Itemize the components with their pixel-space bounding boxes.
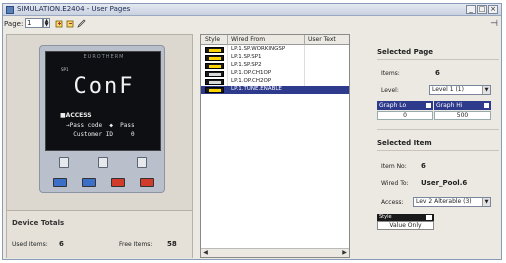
item-no-value: 6 xyxy=(421,162,426,170)
close-button[interactable]: × xyxy=(488,5,498,14)
page-label: Page: xyxy=(4,20,24,28)
table-row-selected[interactable]: LP.1.TUNE.ENABLE xyxy=(201,86,349,94)
page-input[interactable]: 1 xyxy=(25,18,43,28)
wired-from-cell: LP.1.TUNE.ENABLE xyxy=(231,86,282,92)
remove-page-icon[interactable] xyxy=(66,19,75,28)
raise-button[interactable] xyxy=(139,177,154,187)
properties-panel: Selected Page Items: 6 Level: Level 1 (1… xyxy=(353,34,501,258)
item-no-label: Item No: xyxy=(381,163,407,170)
column-divider[interactable] xyxy=(227,35,228,45)
wiring-table: Style Wired From User Text LP.1.SP.WORKI… xyxy=(200,34,350,258)
pin-icon[interactable]: ⊣ xyxy=(490,19,498,29)
wired-from-cell: LP.1.OP.CH1OP xyxy=(231,70,272,76)
device-totals-title: Device Totals xyxy=(12,219,65,227)
divider xyxy=(377,150,499,151)
chevron-down-icon[interactable]: ▼ xyxy=(482,198,490,206)
page-key-icon[interactable] xyxy=(136,156,147,168)
free-items-value: 58 xyxy=(167,240,177,248)
selected-page-title: Selected Page xyxy=(377,48,434,56)
column-header-wired-from[interactable]: Wired From xyxy=(231,36,265,43)
device-function-keys xyxy=(45,154,161,170)
window-title: SIMULATION.E2404 - User Pages xyxy=(17,5,131,13)
device-brand: EUROTHERM xyxy=(83,54,125,60)
style-chip-icon xyxy=(205,87,224,93)
style-chip-icon xyxy=(205,63,224,69)
wired-to-value: User_Pool.6 xyxy=(421,179,468,187)
device-totals: Device Totals Used Items: 6 Free Items: … xyxy=(7,210,192,258)
level-select[interactable]: Level 1 (1) ▼ xyxy=(429,85,491,95)
graph-lo-swatch-icon[interactable] xyxy=(426,103,431,108)
device-faceplate: EUROTHERM SP1 ConF ■ACCESS →Pass code ◆ … xyxy=(39,45,165,193)
page-key-icon[interactable] xyxy=(97,156,108,168)
style-swatch-icon[interactable] xyxy=(426,215,432,220)
table-row[interactable]: LP.1.OP.CH2OP xyxy=(201,78,349,86)
style-chip-icon xyxy=(205,55,224,61)
graph-lo-header: Graph Lo xyxy=(377,101,433,110)
table-row[interactable]: LP.1.OP.CH1OP xyxy=(201,70,349,78)
app-icon xyxy=(6,6,14,14)
device-sp-label: SP1 xyxy=(61,67,69,72)
device-access-label: ■ACCESS xyxy=(60,112,92,119)
wired-from-cell: LP.1.SP.SP1 xyxy=(231,54,262,60)
horizontal-scrollbar[interactable]: ◀ ▶ xyxy=(201,248,349,257)
access-select-value: Lev 2 Alterable (3) xyxy=(416,198,472,205)
table-row[interactable]: LP.1.SP.SP1 xyxy=(201,54,349,62)
table-row[interactable]: LP.1.SP.WORKINGSP xyxy=(201,46,349,54)
column-header-user-text[interactable]: User Text xyxy=(308,36,336,43)
divider xyxy=(377,59,499,60)
wired-from-cell: LP.1.OP.CH2OP xyxy=(231,78,272,84)
device-pass-code-line: →Pass code ◆ Pass xyxy=(66,122,135,129)
title-bar[interactable]: SIMULATION.E2404 - User Pages _ □ × xyxy=(3,4,501,16)
scroll-left-arrow-icon[interactable]: ◀ xyxy=(202,250,209,257)
style-chip-icon xyxy=(205,47,224,53)
wired-from-cell: LP.1.SP.SP2 xyxy=(231,62,262,68)
chevron-down-icon[interactable]: ▼ xyxy=(482,86,490,94)
free-items-label: Free Items: xyxy=(119,241,153,248)
style-value-field[interactable]: Value Only xyxy=(377,221,434,230)
used-items-value: 6 xyxy=(59,240,64,248)
edit-pencil-icon[interactable] xyxy=(77,19,86,28)
graph-lo-input[interactable]: 0 xyxy=(377,111,433,120)
page-key-icon[interactable] xyxy=(59,156,70,168)
scroll-button[interactable] xyxy=(81,177,96,187)
access-label: Access: xyxy=(381,199,404,206)
graph-lo-label: Graph Lo xyxy=(379,102,407,109)
style-header: Style xyxy=(377,214,434,221)
page-button[interactable] xyxy=(52,177,67,187)
table-row[interactable]: LP.1.SP.SP2 xyxy=(201,62,349,70)
style-chip-icon xyxy=(205,79,224,85)
used-items-label: Used Items: xyxy=(12,241,48,248)
table-header: Style Wired From User Text xyxy=(201,35,349,45)
device-preview-panel: EUROTHERM SP1 ConF ■ACCESS →Pass code ◆ … xyxy=(6,34,193,258)
add-page-icon[interactable] xyxy=(55,19,64,28)
graph-hi-header: Graph Hi xyxy=(434,101,491,110)
level-select-value: Level 1 (1) xyxy=(432,86,464,93)
column-header-style[interactable]: Style xyxy=(205,36,220,43)
device-main-readout: ConF xyxy=(73,74,135,99)
graph-hi-label: Graph Hi xyxy=(436,102,463,109)
device-display: EUROTHERM SP1 ConF ■ACCESS →Pass code ◆ … xyxy=(45,51,161,151)
style-chip-icon xyxy=(205,71,224,77)
selected-item-title: Selected Item xyxy=(377,139,432,147)
items-label: Items: xyxy=(381,70,400,77)
style-label: Style xyxy=(379,214,392,220)
graph-hi-input[interactable]: 500 xyxy=(434,111,491,120)
level-label: Level: xyxy=(381,87,399,94)
page-spinner[interactable]: ▲ ▼ xyxy=(43,18,50,28)
minimize-button[interactable]: _ xyxy=(466,5,476,14)
device-buttons xyxy=(45,174,161,190)
divider xyxy=(377,129,499,130)
maximize-button[interactable]: □ xyxy=(477,5,487,14)
lower-button[interactable] xyxy=(110,177,125,187)
app-window: SIMULATION.E2404 - User Pages _ □ × Page… xyxy=(2,3,502,260)
items-value: 6 xyxy=(435,69,440,77)
scroll-right-arrow-icon[interactable]: ▶ xyxy=(341,250,348,257)
toolbar: Page: 1 ▲ ▼ ⊣ xyxy=(3,16,501,31)
column-divider[interactable] xyxy=(304,35,305,45)
wired-from-cell: LP.1.SP.WORKINGSP xyxy=(231,46,286,52)
wired-to-label: Wired To: xyxy=(381,180,409,187)
graph-hi-swatch-icon[interactable] xyxy=(484,103,489,108)
device-customer-id-line: Customer ID 0 xyxy=(66,131,135,138)
access-select[interactable]: Lev 2 Alterable (3) ▼ xyxy=(413,197,491,207)
